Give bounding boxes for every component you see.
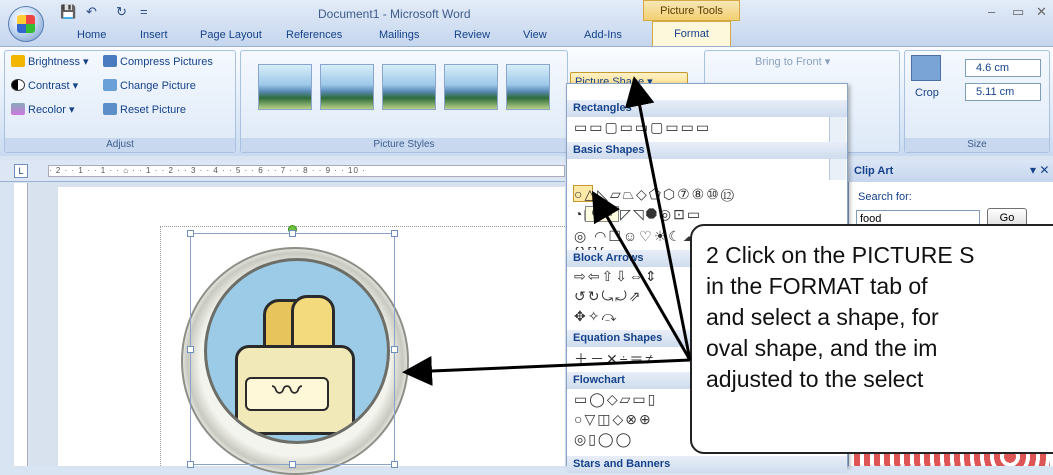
callout-arrows [402, 76, 692, 386]
arrow-to-picture-shape [624, 76, 692, 361]
arrow-to-picture [402, 355, 691, 386]
arrow-to-oval-shape [591, 190, 692, 361]
